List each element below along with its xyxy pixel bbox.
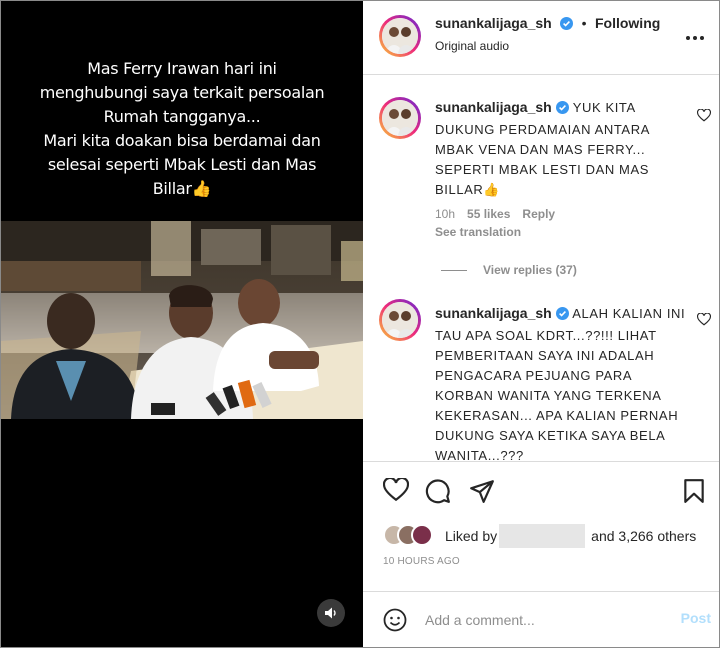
add-comment-bar: Post xyxy=(363,591,719,647)
see-translation-link[interactable]: See translation xyxy=(435,225,521,239)
header-title-row: sunankalijaga_sh • Following xyxy=(435,15,660,35)
video-player[interactable]: Mas Ferry Irawan hari ini menghubungi sa… xyxy=(1,1,363,647)
post-timestamp[interactable]: 10 HOURS AGO xyxy=(383,556,460,567)
replies-divider xyxy=(441,270,467,272)
caption-line: Mari kita doakan bisa berdamai dan xyxy=(43,131,321,150)
liked-by-label: Liked by xyxy=(445,528,498,544)
post-comment-button[interactable]: Post xyxy=(681,610,711,626)
audio-label[interactable]: Original audio xyxy=(435,39,509,53)
avatar[interactable] xyxy=(379,299,421,341)
comment-body: sunankalijaga_sh YUK KITA DUKUNG PERDAMA… xyxy=(435,97,687,200)
separator-dot: • xyxy=(581,15,587,31)
video-frame xyxy=(1,221,363,419)
comment-body: sunankalijaga_sh ALAH KALIAN INI TAU APA… xyxy=(435,303,687,461)
likes-summary: Liked by and 3,266 others xyxy=(445,524,696,548)
like-comment-heart-icon[interactable] xyxy=(696,312,712,331)
reply-button[interactable]: Reply xyxy=(522,207,555,221)
comment-time: 10h xyxy=(435,207,456,221)
speaker-icon xyxy=(325,607,336,619)
following-button[interactable]: Following xyxy=(595,15,660,31)
redacted-username xyxy=(499,524,586,548)
post-actions-section: Liked by and 3,266 others 10 HOURS AGO xyxy=(363,461,719,595)
verified-badge-icon xyxy=(560,17,574,35)
caption-line: Billar👍 xyxy=(152,179,212,198)
like-heart-icon[interactable] xyxy=(382,476,410,507)
caption-line: Rumah tangganya... xyxy=(103,107,261,126)
likes-count-link[interactable]: and 3,266 others xyxy=(591,528,696,544)
video-caption: Mas Ferry Irawan hari ini menghubungi sa… xyxy=(21,57,343,201)
view-replies-button[interactable]: View replies (37) xyxy=(441,263,589,277)
caption-line: menghubungi saya terkait persoalan xyxy=(39,83,325,102)
username-link[interactable]: sunankalijaga_sh xyxy=(435,15,552,31)
comment-bubble-icon[interactable] xyxy=(425,478,451,509)
comment-likes-link[interactable]: 55 likes xyxy=(467,207,510,221)
profile-photo xyxy=(382,18,418,54)
comment-username-link[interactable]: sunankalijaga_sh xyxy=(435,305,552,321)
post-sidebar: sunankalijaga_sh • Following Original au… xyxy=(363,1,719,647)
comment-meta: 10h 55 likes Reply xyxy=(435,207,567,221)
like-comment-heart-icon[interactable] xyxy=(696,108,712,127)
avatar xyxy=(411,524,433,546)
save-bookmark-icon[interactable] xyxy=(683,478,705,509)
avatar[interactable] xyxy=(379,97,421,139)
mute-toggle-button[interactable] xyxy=(317,599,345,627)
view-replies-label: View replies (37) xyxy=(483,263,577,277)
more-options-icon[interactable] xyxy=(685,25,705,46)
comment-username-link[interactable]: sunankalijaga_sh xyxy=(435,99,552,115)
emoji-icon[interactable] xyxy=(383,608,407,637)
caption-line: selesai seperti Mbak Lesti dan Mas xyxy=(47,155,317,174)
caption-line: Mas Ferry Irawan hari ini xyxy=(87,59,277,78)
liked-by-avatars[interactable] xyxy=(383,522,443,546)
share-paper-plane-icon[interactable] xyxy=(469,478,495,509)
press-conference-scene xyxy=(1,221,363,419)
verified-badge-icon xyxy=(555,306,569,326)
verified-badge-icon xyxy=(555,100,569,120)
profile-photo xyxy=(382,302,418,338)
comment-text: ALAH KALIAN INI TAU APA SOAL KDRT...??!!… xyxy=(435,306,686,461)
profile-photo xyxy=(382,100,418,136)
avatar[interactable] xyxy=(379,15,421,57)
post-header: sunankalijaga_sh • Following Original au… xyxy=(363,1,719,75)
comments-list: sunankalijaga_sh YUK KITA DUKUNG PERDAMA… xyxy=(363,75,719,461)
comment-input[interactable] xyxy=(423,608,657,632)
instagram-post-window: Mas Ferry Irawan hari ini menghubungi sa… xyxy=(0,0,720,648)
